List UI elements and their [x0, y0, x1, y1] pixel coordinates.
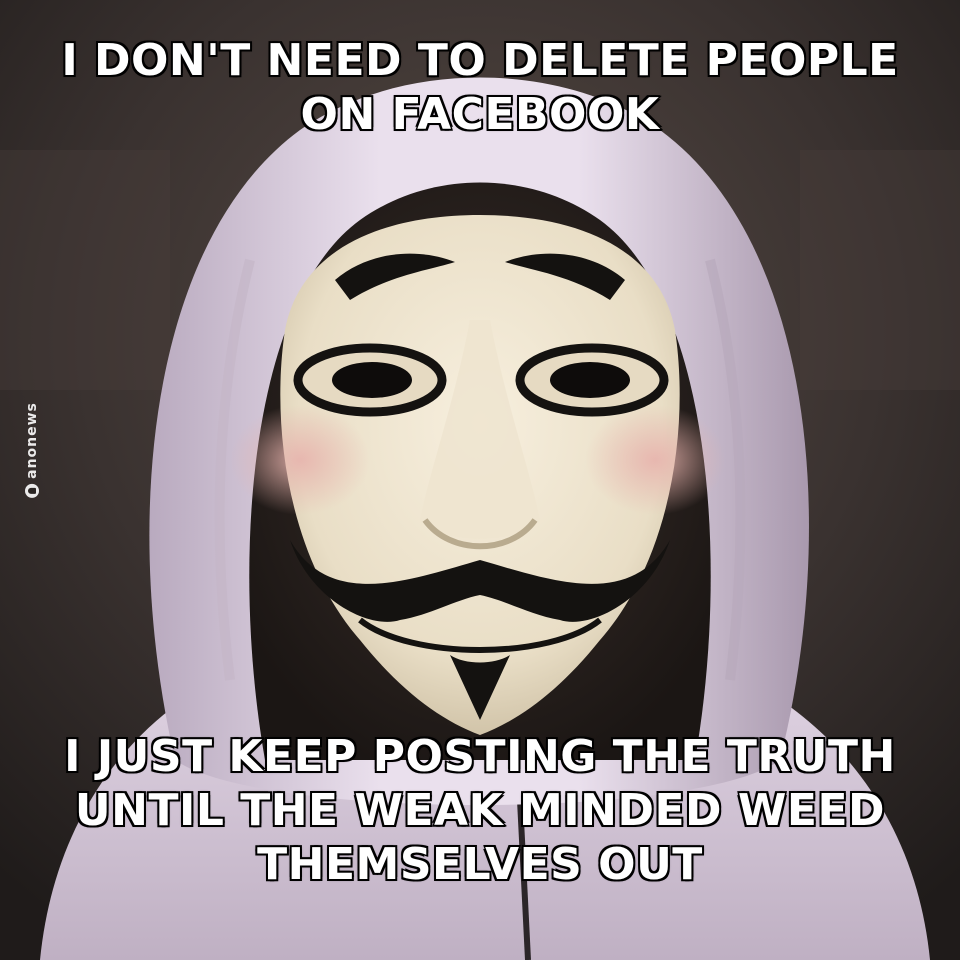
mask-eye-left-hole	[332, 362, 412, 398]
watermark-text: anonews	[24, 402, 40, 479]
top-caption-line: I DON'T NEED TO DELETE PEOPLE	[60, 34, 899, 88]
bottom-caption-line: I JUST KEEP POSTING THE TRUTH	[63, 730, 897, 784]
meme-top-caption: I DON'T NEED TO DELETE PEOPLE ON FACEBOO…	[20, 34, 940, 142]
bottom-caption-line: THEMSELVES OUT	[256, 838, 704, 892]
background-window-left	[0, 150, 170, 390]
mask-eye-right-hole	[550, 362, 630, 398]
mask-cheek-right	[585, 405, 725, 515]
anonymous-mask-logo-icon	[25, 483, 39, 498]
meme-bottom-caption: I JUST KEEP POSTING THE TRUTH UNTIL THE …	[20, 730, 940, 892]
background-window-right	[800, 150, 960, 390]
watermark: anonews	[24, 402, 40, 498]
mask-cheek-left	[230, 405, 370, 515]
top-caption-line: ON FACEBOOK	[299, 88, 660, 142]
meme-canvas: I DON'T NEED TO DELETE PEOPLE ON FACEBOO…	[0, 0, 960, 960]
bottom-caption-line: UNTIL THE WEAK MINDED WEED	[74, 784, 886, 838]
